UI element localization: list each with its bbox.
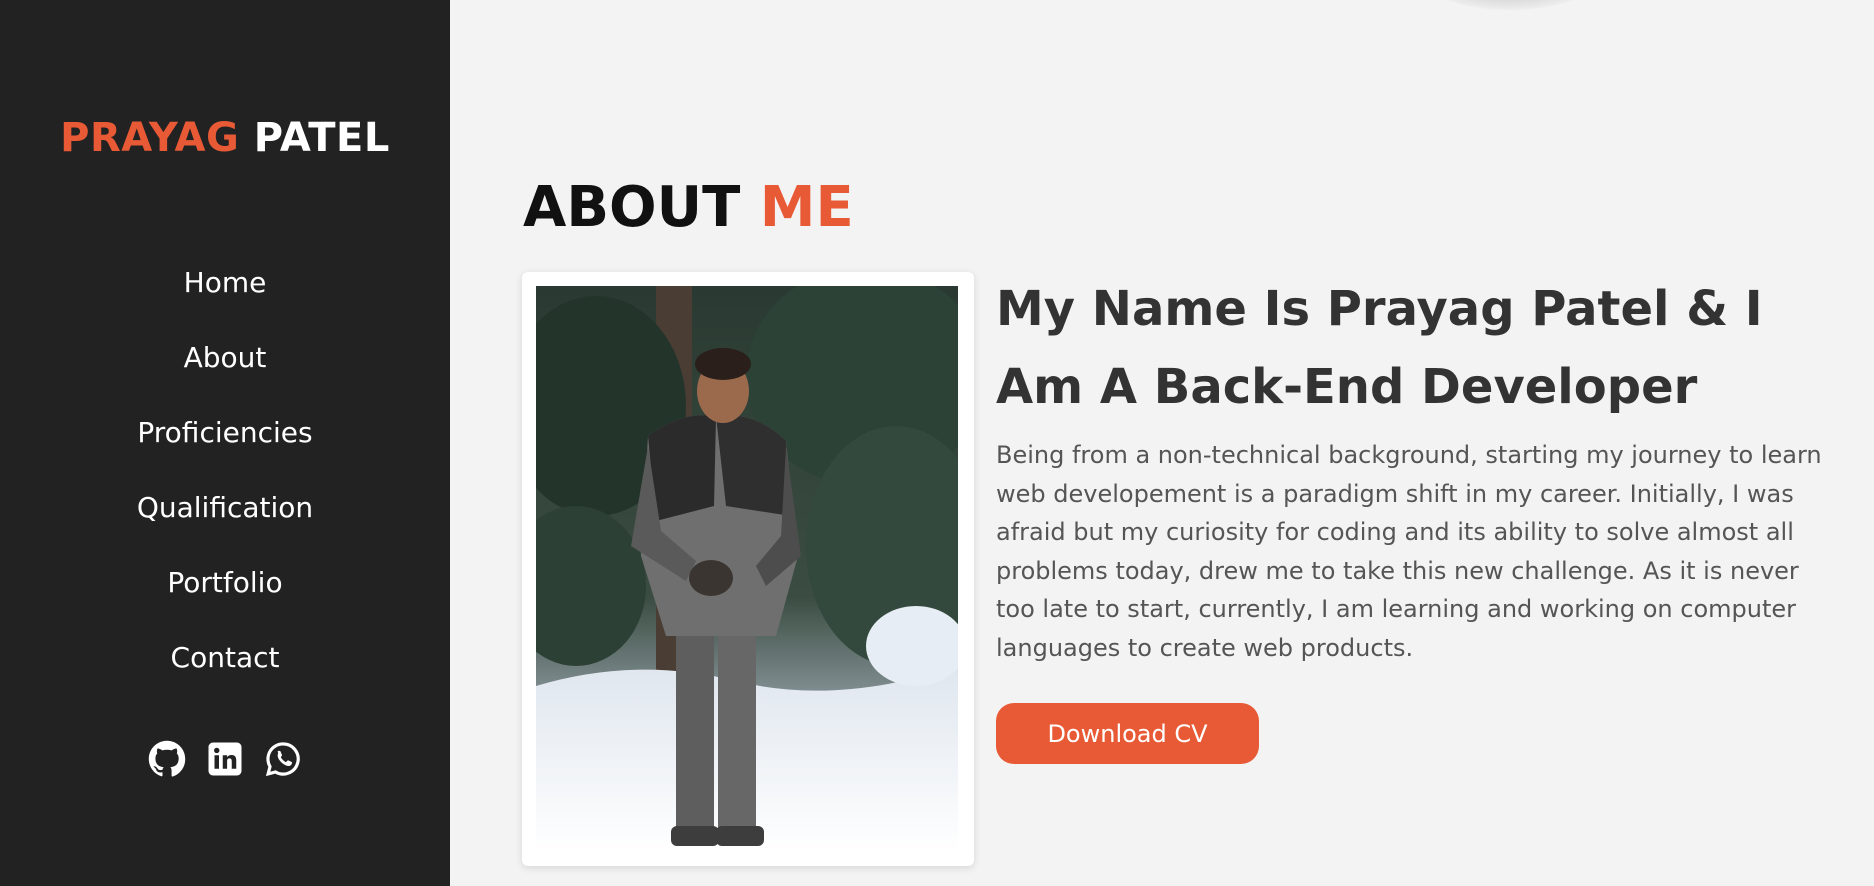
nav-item-proficiencies[interactable]: Proficiencies [0,395,450,470]
nav-item-qualification[interactable]: Qualification [0,470,450,545]
section-title: ABOUT ME [523,175,854,240]
github-icon[interactable] [148,740,186,778]
profile-photo [536,286,958,852]
brand-last-name: PATEL [253,115,390,161]
about-heading: My Name Is Prayag Patel & I Am A Back-En… [996,281,1763,415]
section-title-accent: ME [759,175,854,240]
profile-photo-card [522,272,974,866]
main-nav: Home About Proficiencies Qualification P… [0,245,450,695]
nav-item-contact[interactable]: Contact [0,620,450,695]
section-title-main: ABOUT [523,175,760,240]
nav-item-about[interactable]: About [0,320,450,395]
brand-first-name: PRAYAG [60,115,240,161]
about-bio: Being from a non-technical background, s… [996,441,1822,662]
decorative-blob [1410,0,1610,10]
linkedin-icon[interactable] [206,740,244,778]
brand-logo[interactable]: PRAYAG PATEL [0,115,450,161]
sidebar: PRAYAG PATEL Home About Proficiencies Qu… [0,0,450,886]
social-links [0,740,450,778]
nav-item-portfolio[interactable]: Portfolio [0,545,450,620]
nav-item-home[interactable]: Home [0,245,450,320]
download-cv-button[interactable]: Download CV [996,703,1259,764]
whatsapp-icon[interactable] [264,740,302,778]
